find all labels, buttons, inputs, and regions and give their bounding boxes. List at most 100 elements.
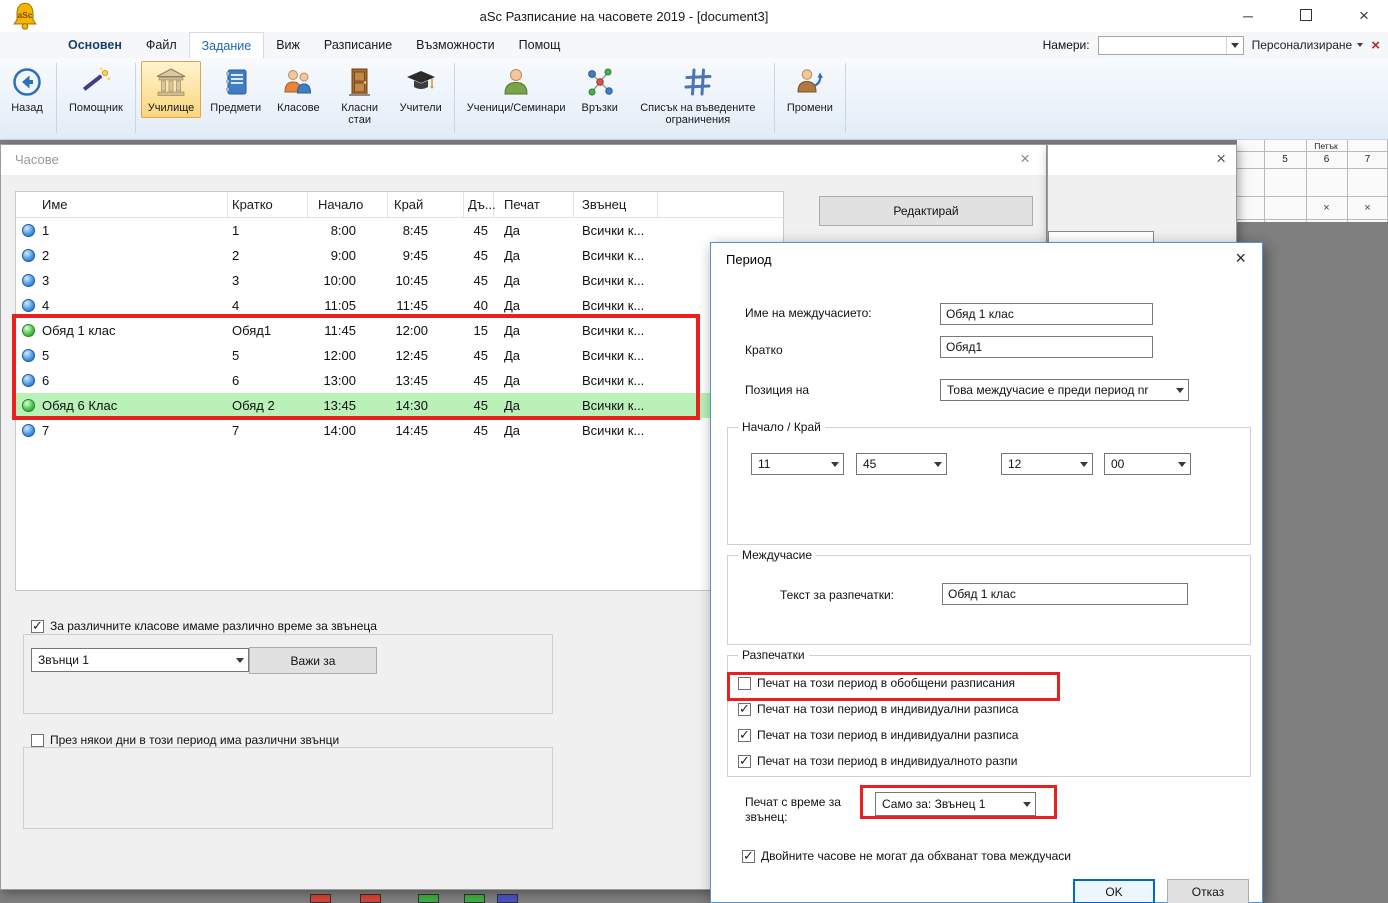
close-toolbar-icon[interactable]: × (1371, 38, 1380, 53)
menu-tab-7[interactable]: Помощ (507, 32, 573, 58)
classes-icon (281, 65, 315, 99)
table-row[interactable]: 118:008:4545ДаВсички к... (16, 218, 783, 243)
palette-swatch[interactable] (497, 894, 518, 903)
table-row[interactable]: 4411:0511:4540ДаВсички к... (16, 293, 783, 318)
short-name-input[interactable]: Обяд1 (940, 336, 1153, 358)
ribbon-label: Ученици/Семинари (467, 102, 566, 114)
column-header[interactable]: Име (16, 192, 228, 217)
checkbox-icon[interactable] (738, 703, 751, 716)
double-lessons-checkbox-row[interactable]: Двойните часове не могат да обхванат тов… (742, 849, 1071, 863)
menu-bar: ОсновенФайлЗаданиеВижРазписаниеВъзможнос… (0, 32, 1388, 58)
ribbon-button-back[interactable]: Назад (3, 61, 51, 118)
palette-swatch[interactable] (360, 894, 381, 903)
input-value: Обяд 1 клас (946, 307, 1014, 321)
checkbox-icon[interactable] (738, 677, 751, 690)
minimize-button[interactable]: ─ (1238, 9, 1258, 23)
ribbon-button-classrooms[interactable]: Класни стаи (329, 61, 391, 130)
break-name-input[interactable]: Обяд 1 клас (940, 303, 1153, 325)
different-days-checkbox-row[interactable]: През някои дни в този период има различн… (31, 733, 339, 747)
cell-name: 3 (16, 268, 228, 293)
period-dialog: Период × Име на междучасието: Обяд 1 кла… (710, 242, 1263, 903)
table-row[interactable]: 3310:0010:4545ДаВсички к... (16, 268, 783, 293)
menu-tab-4[interactable]: Виж (264, 32, 312, 58)
checkbox-icon[interactable] (742, 850, 755, 863)
chevron-down-icon[interactable] (1226, 37, 1243, 54)
cell-name: Обяд 1 клас (16, 318, 228, 343)
column-header[interactable]: Кратко (228, 192, 308, 217)
cell-dur: 45 (464, 393, 494, 418)
checkbox-label: Печат на този период в индивидуалното ра… (757, 754, 1017, 768)
print-check-row[interactable]: Печат на този период в индивидуални разп… (738, 701, 1018, 717)
menu-right-tools: Намери: Персонализиране × (1043, 32, 1388, 58)
hours-table-header: ИмеКраткоНачалоКрайДъ...ПечатЗвънец (16, 192, 783, 218)
bell-time-combobox[interactable]: Само за: Звънец 1 (875, 792, 1036, 816)
ok-button[interactable]: OK (1073, 879, 1155, 903)
changes-icon (793, 65, 827, 99)
checkbox-icon[interactable] (31, 620, 44, 633)
ribbon-button-links[interactable]: Връзки (575, 61, 625, 118)
position-combobox[interactable]: Това междучасие е преди период nr (940, 379, 1189, 401)
table-row[interactable]: 7714:0014:4545ДаВсички к... (16, 418, 783, 443)
print-check-row[interactable]: Печат на този период в индивидуалното ра… (738, 753, 1017, 769)
column-header[interactable]: Начало (308, 192, 388, 217)
maximize-button[interactable] (1296, 9, 1316, 23)
grid-x-mark: × (1306, 198, 1347, 218)
customize-menu[interactable]: Персонализиране (1252, 38, 1364, 52)
applies-to-button[interactable]: Важи за (249, 647, 377, 674)
blue-sphere-icon (22, 424, 35, 437)
ribbon-label: Класни стаи (336, 102, 384, 126)
print-check-row[interactable]: Печат на този период в индивидуални разп… (738, 727, 1018, 743)
days-groupbox (23, 747, 553, 829)
ribbon-button-wizard[interactable]: Помощник (62, 61, 130, 118)
palette-swatch[interactable] (418, 894, 439, 903)
column-header[interactable]: Дъ... (464, 192, 494, 217)
period-dialog-close-icon[interactable]: × (1235, 248, 1246, 269)
ribbon-button-constraints[interactable]: Списък на въведените ограничения (627, 61, 769, 130)
time-combobox[interactable]: 12 (1001, 453, 1093, 475)
time-combobox[interactable]: 45 (856, 453, 947, 475)
print-check-row[interactable]: Печат на този период в обобщени разписан… (738, 675, 1015, 691)
column-header[interactable]: Звънец (574, 192, 658, 217)
checkbox-icon[interactable] (738, 729, 751, 742)
ribbon-button-students[interactable]: Ученици/Семинари (460, 61, 573, 118)
edit-button[interactable]: Редактирай (819, 196, 1033, 226)
checkbox-icon[interactable] (738, 755, 751, 768)
ribbon-label: Назад (11, 102, 43, 114)
checkbox-icon[interactable] (31, 734, 44, 747)
teachers-icon (404, 65, 438, 99)
cell-end: 13:45 (388, 368, 464, 393)
grid-line (1237, 168, 1388, 169)
palette-swatch[interactable] (464, 894, 485, 903)
table-row[interactable]: 5512:0012:4545ДаВсички к... (16, 343, 783, 368)
close-button[interactable]: × (1354, 9, 1374, 23)
find-combobox[interactable] (1098, 36, 1244, 55)
hours-window-close-icon[interactable]: × (1020, 149, 1030, 169)
table-row[interactable]: 6613:0013:4545ДаВсички к... (16, 368, 783, 393)
time-combobox[interactable]: 00 (1104, 453, 1191, 475)
grid-period-number: 5 (1264, 152, 1306, 167)
menu-tab-1[interactable]: Основен (56, 32, 134, 58)
ribbon-button-teachers[interactable]: Учители (393, 61, 449, 118)
ribbon-button-school[interactable]: Училище (141, 61, 201, 118)
menu-tab-3[interactable]: Задание (189, 32, 265, 58)
table-row[interactable]: 229:009:4545ДаВсички к... (16, 243, 783, 268)
table-row[interactable]: Обяд 1 класОбяд111:4512:0015ДаВсички к..… (16, 318, 783, 343)
menu-tab-6[interactable]: Възможности (404, 32, 506, 58)
ribbon-button-classes[interactable]: Класове (270, 61, 327, 118)
column-header[interactable]: Край (388, 192, 464, 217)
cancel-button[interactable]: Отказ (1167, 879, 1249, 903)
palette-swatch[interactable] (310, 894, 331, 903)
print-text-input[interactable]: Обяд 1 клас (942, 583, 1188, 605)
wizard-icon (79, 65, 113, 99)
ribbon-button-subjects[interactable]: Предмети (203, 61, 268, 118)
menu-tab-5[interactable]: Разписание (312, 32, 404, 58)
column-header[interactable]: Печат (494, 192, 574, 217)
menu-tab-2[interactable]: Файл (134, 32, 189, 58)
table-row[interactable]: Обяд 6 КласОбяд 213:4514:3045ДаВсички к.… (16, 393, 783, 418)
time-combobox[interactable]: 11 (751, 453, 844, 475)
chevron-down-icon (1018, 793, 1035, 815)
bells-combobox[interactable]: Звънци 1 (31, 648, 249, 672)
different-bells-checkbox-row[interactable]: За различните класове имаме различно вре… (31, 619, 377, 633)
ribbon-button-changes[interactable]: Промени (780, 61, 840, 118)
background-dialog-close-icon[interactable]: × (1216, 149, 1226, 169)
